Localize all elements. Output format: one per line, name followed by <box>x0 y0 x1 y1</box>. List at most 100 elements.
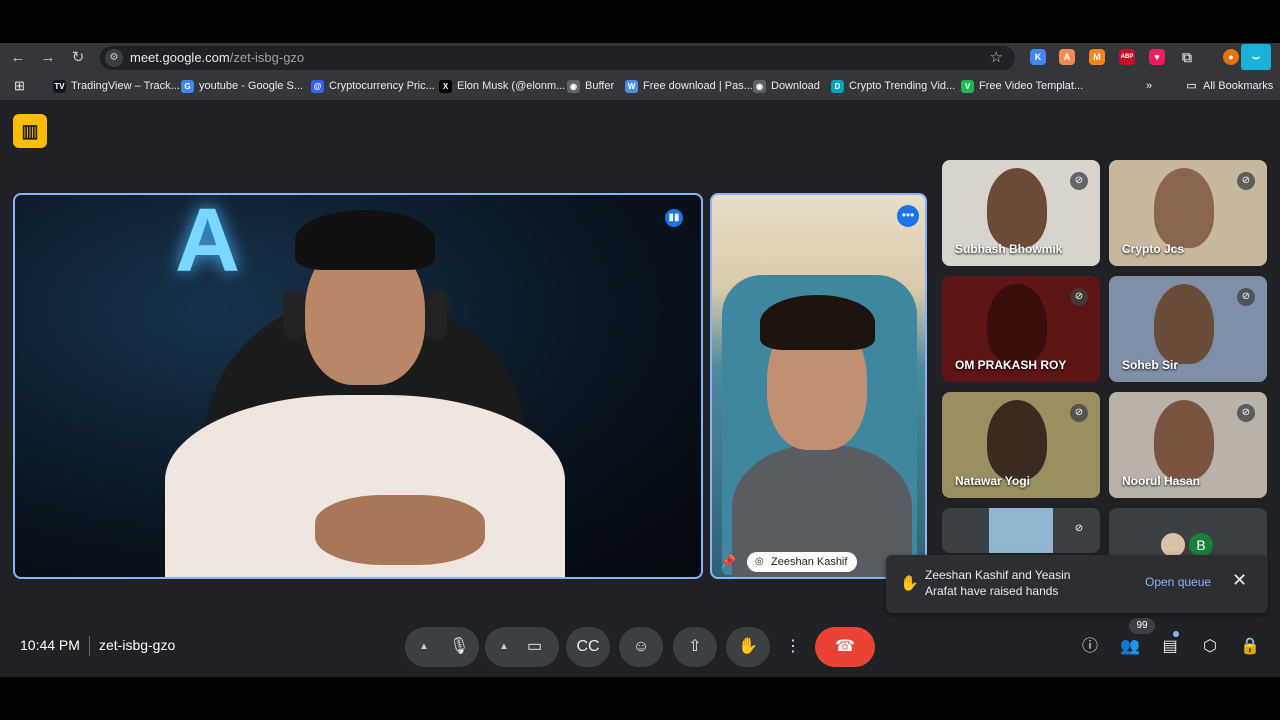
captions-button[interactable]: CC <box>566 627 610 667</box>
mic-control[interactable]: ▲ 🎙 <box>405 627 479 667</box>
meeting-info-icon[interactable]: ⓘ <box>1078 635 1102 659</box>
chat-icon[interactable]: ▤ <box>1158 635 1182 659</box>
participant-face <box>1154 400 1214 480</box>
present-screen-icon: ⇧ <box>688 638 702 655</box>
present-button[interactable]: ⇧ <box>673 627 717 667</box>
all-bookmarks-folder[interactable]: ▭ All Bookmarks <box>1185 77 1273 95</box>
pinned-participant-name: Zeeshan Kashif <box>771 556 848 568</box>
bookmark-item[interactable]: D Crypto Trending Vid... <box>831 77 955 95</box>
raised-hand-icon: ✋ <box>900 575 919 592</box>
video-letterbox-top <box>0 0 1280 43</box>
participant-tile[interactable]: ⊘ Soheb Sir <box>1109 276 1267 382</box>
participant-name: Subhash Bhowmik <box>955 242 1063 256</box>
bookmark-label: Elon Musk (@elonm... <box>457 80 566 92</box>
profile-avatar-icon[interactable]: ● <box>1223 49 1239 65</box>
address-bar[interactable]: ⚙ meet.google.com/zet-isbg-gzo ☆ <box>100 46 1015 70</box>
raise-hand-button[interactable]: ✋ <box>726 627 770 667</box>
bookmark-item[interactable]: TV TradingView – Track... <box>53 77 180 95</box>
mic-off-icon: ⊘ <box>1237 404 1255 422</box>
activities-icon[interactable]: ⬡ <box>1198 635 1222 659</box>
coinmarketcap-icon: @ <box>311 79 324 93</box>
folder-icon: ▭ <box>1186 79 1197 92</box>
bookmark-item[interactable]: X Elon Musk (@elonm... <box>439 77 565 95</box>
more-vertical-icon: ⋮ <box>785 638 801 655</box>
meet-stage: ▥ A ▮▮ ••• 📌 ◎ Zeeshan Kashif ⊘ Subhash B… <box>0 100 1280 677</box>
hang-up-icon: ☎ <box>835 638 855 655</box>
apps-grid-icon[interactable]: ⊞ <box>14 77 25 95</box>
bookmark-label: Crypto Trending Vid... <box>849 80 956 92</box>
heart-extension-icon[interactable]: ♥ <box>1149 49 1165 65</box>
people-count-badge: 99 <box>1129 618 1155 634</box>
tile-more-options-icon[interactable]: ••• <box>897 205 919 227</box>
bookmark-item[interactable]: ◉ Buffer <box>567 77 614 95</box>
url-path: /zet-isbg-gzo <box>229 50 305 65</box>
bookmark-star-icon[interactable]: ☆ <box>990 48 1003 66</box>
k-extension-icon[interactable]: K <box>1030 49 1046 65</box>
pin-icon[interactable]: 📌 <box>720 554 736 570</box>
url-text[interactable]: meet.google.com/zet-isbg-gzo <box>130 50 304 65</box>
participant-tile[interactable]: ⊘ Subhash Bhowmik <box>942 160 1100 266</box>
neon-a-sign: A <box>175 193 240 291</box>
reactions-button[interactable]: ☺ <box>619 627 663 667</box>
pinned-video-tile[interactable]: ••• 📌 ◎ Zeeshan Kashif <box>710 193 927 579</box>
bookmark-label: TradingView – Track... <box>71 80 180 92</box>
back-arrow-icon[interactable]: ← <box>8 48 28 68</box>
host-controls-lock-icon[interactable]: 🔒 <box>1238 635 1262 659</box>
more-options-button[interactable]: ⋮ <box>778 627 808 667</box>
metamask-icon[interactable]: M <box>1089 49 1105 65</box>
participant-face <box>989 508 1053 553</box>
toast-message: Zeeshan Kashif and Yeasin Arafat have ra… <box>925 568 1071 598</box>
bookmark-item[interactable]: Gyoutube - Google S... <box>181 77 303 95</box>
headset-left <box>283 290 305 340</box>
people-icon[interactable]: 👥 <box>1118 635 1142 659</box>
meet-activities-icon[interactable]: ▥ <box>13 114 47 148</box>
bookmark-item[interactable]: @ Cryptocurrency Pric... <box>311 77 435 95</box>
chevron-up-icon[interactable]: ▲ <box>499 627 509 667</box>
meeting-time: 10:44 PM <box>20 637 80 653</box>
adblock-icon[interactable]: ABP <box>1119 49 1135 65</box>
tradingview-icon: TV <box>53 79 66 93</box>
microphone-icon[interactable]: 🎙 <box>449 627 469 667</box>
cast-overlay-icon[interactable]: ⌣ <box>1241 44 1271 70</box>
browser-chrome: ← → ↻ ⚙ meet.google.com/zet-isbg-gzo ☆ K… <box>0 43 1280 100</box>
bookmark-label: youtube - Google S... <box>199 80 303 92</box>
participant-tile[interactable]: ⊘ Natawar Yogi <box>942 392 1100 498</box>
close-icon[interactable]: ✕ <box>1232 570 1247 591</box>
a-extension-icon[interactable]: A <box>1059 49 1075 65</box>
reload-icon[interactable]: ↻ <box>68 48 88 68</box>
camera-control[interactable]: ▲ ▭ <box>485 627 559 667</box>
participant-tile[interactable]: ⊘ OM PRAKASH ROY <box>942 276 1100 382</box>
bookmark-label: Free download | Pas... <box>643 80 753 92</box>
site-info-icon[interactable]: ⚙ <box>105 49 123 67</box>
meeting-code: zet-isbg-gzo <box>99 637 176 653</box>
bookmark-label: Cryptocurrency Pric... <box>329 80 435 92</box>
participant-tile[interactable]: ⊘ Noorul Hasan <box>1109 392 1267 498</box>
hand-icon: ✋ <box>738 638 758 655</box>
participant-face <box>987 168 1047 248</box>
participant-face <box>1154 284 1214 364</box>
participant-tile[interactable]: ⊘ <box>942 508 1100 553</box>
participant-tile[interactable]: ⊘ Crypto Jcs <box>1109 160 1267 266</box>
bookmark-label: Free Video Templat... <box>979 80 1084 92</box>
globe-icon: ◉ <box>753 79 766 93</box>
mic-off-icon: ⊘ <box>1070 288 1088 306</box>
participant-name: OM PRAKASH ROY <box>955 358 1067 372</box>
leave-call-button[interactable]: ☎ <box>815 627 875 667</box>
speaking-indicator-icon: ▮▮ <box>665 209 683 227</box>
camera-icon[interactable]: ▭ <box>527 627 542 667</box>
forward-arrow-icon[interactable]: → <box>38 48 58 68</box>
more-bookmarks-chevron-icon[interactable]: » <box>1146 77 1152 95</box>
bookmark-item[interactable]: V Free Video Templat... <box>961 77 1083 95</box>
captions-icon: CC <box>576 638 600 655</box>
pinned-badge-icon: ◎ <box>755 556 764 567</box>
main-video-tile[interactable]: A ▮▮ <box>13 193 703 579</box>
open-queue-button[interactable]: Open queue <box>1145 575 1211 589</box>
bookmark-item[interactable]: W Free download | Pas... <box>625 77 753 95</box>
mic-off-icon: ⊘ <box>1070 172 1088 190</box>
crypto-video-icon: D <box>831 79 844 93</box>
pasteboard-icon: W <box>625 79 638 93</box>
bookmark-item[interactable]: ◉ Download <box>753 77 820 95</box>
chevron-up-icon[interactable]: ▲ <box>419 627 429 667</box>
extensions-puzzle-icon[interactable]: ⧉ <box>1179 49 1195 65</box>
mic-off-icon: ⊘ <box>1237 288 1255 306</box>
